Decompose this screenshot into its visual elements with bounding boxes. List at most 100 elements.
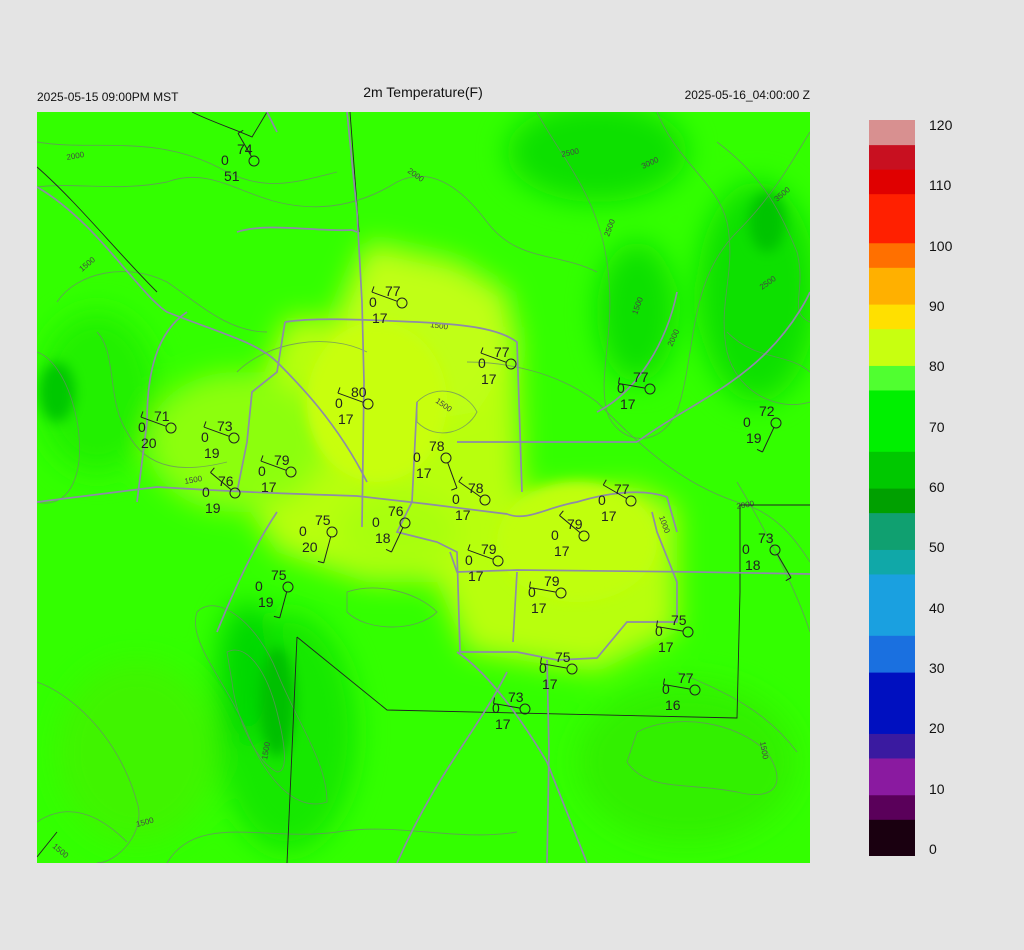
colorbar-tick-label: 30 <box>929 660 945 676</box>
colorbar-segment <box>869 193 915 207</box>
station-temp: 75 <box>315 512 331 528</box>
colorbar-segment <box>869 500 915 514</box>
station-dewpoint: 19 <box>746 430 762 446</box>
station-temp: 78 <box>429 438 445 454</box>
colorbar-segment <box>869 512 915 526</box>
colorbar-segment <box>869 254 915 268</box>
colorbar-segment <box>869 659 915 673</box>
colorbar-segment <box>869 782 915 796</box>
station-value: 0 <box>465 552 473 568</box>
colorbar-segment <box>869 365 915 379</box>
station-value: 0 <box>528 584 536 600</box>
colorbar-tick-label: 10 <box>929 780 945 797</box>
station-dewpoint: 17 <box>468 568 484 584</box>
station-dewpoint: 17 <box>620 396 636 412</box>
colorbar-segment <box>869 635 915 649</box>
colorbar-segment <box>869 586 915 599</box>
colorbar-segment <box>869 610 915 624</box>
station-value: 0 <box>655 623 663 639</box>
station-temp: 74 <box>237 141 253 157</box>
colorbar-segment <box>869 831 915 845</box>
colorbar-tick-label: 100 <box>929 237 953 254</box>
colorbar-segment <box>869 721 915 734</box>
colorbar-segment <box>869 230 915 244</box>
station-temp: 73 <box>217 418 233 434</box>
colorbar-segment <box>869 463 915 477</box>
station-dewpoint: 20 <box>141 435 157 451</box>
colorbar-segment <box>869 475 915 489</box>
colorbar-tick-label: 0 <box>929 841 937 857</box>
station-dewpoint: 16 <box>665 697 681 713</box>
colorbar-segment <box>869 488 915 501</box>
colorbar-segment <box>869 156 915 170</box>
colorbar-segment <box>869 561 915 575</box>
station-value: 0 <box>598 492 606 508</box>
station-dewpoint: 19 <box>258 594 274 610</box>
colorbar-segment <box>869 757 915 771</box>
colorbar-tick-label: 120 <box>929 117 953 133</box>
station-temp: 77 <box>614 481 630 497</box>
station-value: 0 <box>201 429 209 445</box>
colorbar-segment <box>869 132 915 146</box>
station-value: 0 <box>369 294 377 310</box>
colorbar-tick-label: 80 <box>929 358 945 375</box>
colorbar-segment <box>869 647 915 661</box>
colorbar-segment <box>869 242 915 256</box>
colorbar-tick-label: 70 <box>929 418 945 435</box>
colorbar-segment <box>869 708 915 722</box>
station-temp: 79 <box>567 516 583 532</box>
station-temp: 77 <box>678 670 694 686</box>
station-value: 0 <box>372 514 380 530</box>
colorbar-segment <box>869 573 915 587</box>
station-value: 0 <box>221 152 229 168</box>
station-temp: 76 <box>388 503 404 519</box>
station-temp: 78 <box>468 480 484 496</box>
station-temp: 75 <box>671 612 687 628</box>
colorbar-segment <box>869 745 915 759</box>
station-dewpoint: 18 <box>745 557 761 573</box>
colorbar-tick-label: 60 <box>929 479 945 495</box>
station-value: 0 <box>413 449 421 465</box>
station-value: 0 <box>299 523 307 539</box>
station-value: 0 <box>551 527 559 543</box>
colorbar-tick-label: 40 <box>929 599 945 616</box>
station-temp: 73 <box>508 689 524 705</box>
station-value: 0 <box>335 395 343 411</box>
colorbar-segment <box>869 218 915 231</box>
station-temp: 73 <box>758 530 774 546</box>
utc-time: 2025-05-16_04:00:00 Z <box>684 88 810 102</box>
station-temp: 80 <box>351 384 367 400</box>
colorbar-segment <box>869 794 915 808</box>
colorbar-segment <box>869 451 915 465</box>
station-value: 0 <box>539 660 547 676</box>
colorbar-segment <box>869 389 915 403</box>
colorbar-segment <box>869 304 915 317</box>
station-value: 0 <box>478 355 486 371</box>
station-dewpoint: 51 <box>224 168 240 184</box>
station-value: 0 <box>743 414 751 430</box>
station-dewpoint: 18 <box>375 530 391 546</box>
station-temp: 77 <box>385 283 401 299</box>
station-dewpoint: 17 <box>261 479 277 495</box>
colorbar-segment <box>869 353 915 366</box>
station-value: 0 <box>255 578 263 594</box>
temperature-map: 2000 2000 2500 3000 3500 2500 2500 2000 1500 1500… <box>37 112 810 863</box>
colorbar-segment <box>869 598 915 612</box>
colorbar-segment <box>869 316 915 330</box>
station-value: 0 <box>492 700 500 716</box>
station-temp: 79 <box>274 452 290 468</box>
station-temp: 77 <box>494 344 510 360</box>
station-dewpoint: 17 <box>455 507 471 523</box>
station-dewpoint: 17 <box>658 639 674 655</box>
colorbar-segment <box>869 733 915 747</box>
colorbar-segment <box>869 181 915 195</box>
colorbar-tick-label: 90 <box>929 298 945 314</box>
colorbar-segment <box>869 622 915 636</box>
station-dewpoint: 17 <box>554 543 570 559</box>
colorbar-segment <box>869 524 915 538</box>
station-dewpoint: 17 <box>481 371 497 387</box>
station-temp: 77 <box>633 369 649 385</box>
station-temp: 79 <box>481 541 497 557</box>
station-value: 0 <box>202 484 210 500</box>
colorbar-segment <box>869 672 915 685</box>
